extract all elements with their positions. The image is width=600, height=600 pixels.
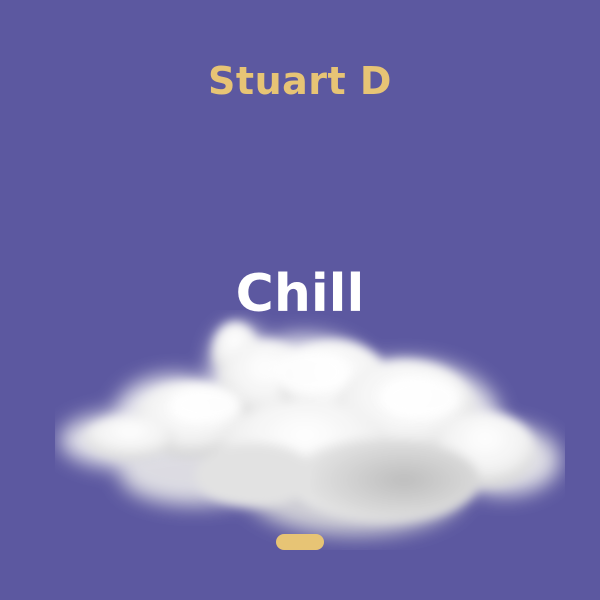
page-indicator-pill	[276, 534, 324, 550]
playlist-cover: Stuart D Chill	[0, 0, 600, 600]
cloud-image	[60, 322, 560, 535]
artist-name: Stuart D	[208, 59, 392, 103]
